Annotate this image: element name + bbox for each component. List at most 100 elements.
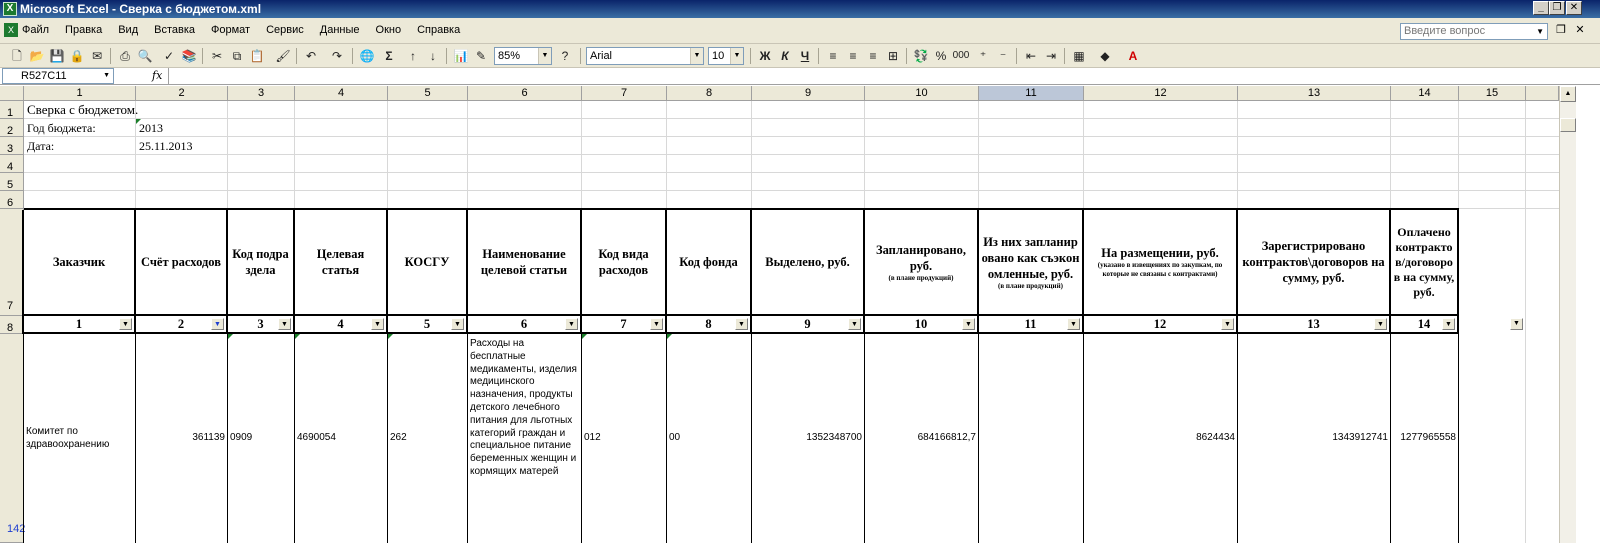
merge-center-icon[interactable]: ⊞ [884,47,902,65]
data-cell-subsection-code[interactable]: 0909 [228,334,295,543]
column-number-cell[interactable]: 3 ▼ [228,316,295,334]
column-header[interactable]: 15 [1459,86,1526,101]
sort-ascending-icon[interactable]: ↑ [404,47,422,65]
format-painter-icon[interactable]: 🖌 [274,47,292,65]
header-target-article[interactable]: Целевая статья [295,210,388,316]
autofilter-dropdown-icon[interactable]: ▼ [1067,318,1080,330]
email-icon[interactable]: ✉ [88,47,106,65]
spelling-icon[interactable]: ✓ [160,47,178,65]
borders-icon[interactable]: ▦ [1070,47,1088,65]
comma-style-button[interactable]: 000 [952,47,970,65]
font-color-icon[interactable]: A [1124,47,1142,65]
autofilter-dropdown-icon[interactable]: ▼ [371,318,384,330]
header-expense-type-code[interactable]: Код вида расходов [582,210,667,316]
menu-edit[interactable]: Правка [65,24,102,36]
header-planned[interactable]: Запланировано, руб. (в плане продукций) [865,210,979,316]
menu-file[interactable]: Файл [22,24,49,36]
drawing-icon[interactable]: ✎ [472,47,490,65]
data-cell-registered-contracts[interactable]: 1343912741 [1238,334,1391,543]
autofilter-dropdown-icon[interactable]: ▼ [1221,318,1234,330]
autosum-icon[interactable]: Σ [380,47,398,65]
data-cell-kosgu[interactable]: 262 [388,334,468,543]
date-value[interactable]: 25.11.2013 [139,139,193,154]
row-header[interactable]: 2 [0,119,24,137]
column-number-cell[interactable]: 9 ▼ [752,316,865,334]
select-all-corner[interactable] [0,86,24,101]
menu-view[interactable]: Вид [118,24,138,36]
column-number-cell[interactable]: 7 ▼ [582,316,667,334]
row-header[interactable]: 7 [0,209,24,316]
font-size-select[interactable]: 10 ▼ [708,47,744,65]
scroll-thumb[interactable] [1560,118,1576,132]
data-cell-article-name[interactable]: Расходы на бесплатные медикаменты, издел… [468,334,582,543]
row-header[interactable]: 1 [0,101,24,119]
column-number-cell[interactable]: 5 ▼ [388,316,468,334]
header-article-name[interactable]: Наименование целевой статьи [468,210,582,316]
autofilter-dropdown-icon[interactable]: ▼ [451,318,464,330]
new-document-icon[interactable]: 🗋 [8,47,26,65]
header-paid-contracts[interactable]: Оплачено контрактов/договоров на сумму, … [1391,210,1459,316]
workbook-icon[interactable]: X [4,23,18,37]
help-icon[interactable]: ? [556,47,574,65]
menu-tools[interactable]: Сервис [266,24,304,36]
increase-indent-icon[interactable]: ⇥ [1042,47,1060,65]
autofilter-active-icon[interactable]: ▼ [211,318,224,330]
insert-function-icon[interactable]: fx [152,69,162,82]
autofilter-dropdown-icon[interactable]: ▼ [848,318,861,330]
restore-button[interactable]: ❐ [1549,1,1565,15]
budget-year-label[interactable]: Год бюджета: [27,121,96,136]
column-number-cell[interactable]: 8 ▼ [667,316,752,334]
chevron-down-icon[interactable]: ▼ [730,48,743,64]
decrease-indent-icon[interactable]: ⇤ [1022,47,1040,65]
underline-button[interactable]: Ч [796,47,814,65]
open-folder-icon[interactable]: 📂 [28,47,46,65]
column-header[interactable]: 9 [752,86,865,101]
data-cell-fund-code[interactable]: 00 [667,334,752,543]
row-header[interactable]: 4 [0,155,24,173]
name-box[interactable]: R527C11 ▼ [2,68,114,84]
formula-input[interactable] [168,68,1596,84]
column-header[interactable]: 3 [228,86,295,101]
report-title-cell[interactable]: Сверка с бюджетом. [27,102,138,118]
chevron-down-icon[interactable]: ▼ [103,69,110,83]
header-registered-contracts[interactable]: Зарегистрировано контрактов\договоров на… [1238,210,1391,316]
column-header[interactable]: 2 [136,86,228,101]
print-icon[interactable]: ⎙ [116,47,134,65]
column-number-cell[interactable]: 11 ▼ [979,316,1084,334]
column-header[interactable]: 14 [1391,86,1459,101]
header-customer[interactable]: Заказчик [24,210,136,316]
sort-descending-icon[interactable]: ↓ [424,47,442,65]
bold-button[interactable]: Ж [756,47,774,65]
chevron-down-icon[interactable]: ▼ [538,48,551,64]
row-header[interactable]: 6 [0,191,24,209]
chevron-down-icon[interactable]: ▼ [690,48,703,64]
data-cell-customer[interactable]: Комитет по здравоохранению [24,334,136,543]
close-button[interactable]: ✕ [1566,1,1582,15]
data-cell-paid-contracts[interactable]: 1277965558 [1391,334,1459,543]
row-header[interactable]: 8 [0,316,24,334]
autofilter-dropdown-icon[interactable]: ▼ [1374,318,1387,330]
header-account[interactable]: Счёт расходов [136,210,228,316]
column-number-cell[interactable]: 14 ▼ [1391,316,1459,334]
header-fund-code[interactable]: Код фонда [667,210,752,316]
column-header-selected[interactable]: 11 [979,86,1084,101]
header-subsection-code[interactable]: Код подраздела [228,210,295,316]
column-header[interactable]: 1 [24,86,136,101]
row-header-filtered[interactable]: 142 [0,334,25,543]
row-header[interactable]: 3 [0,137,24,155]
column-number-cell[interactable]: 12 ▼ [1084,316,1238,334]
align-left-icon[interactable]: ≡ [824,47,842,65]
doc-restore-button[interactable]: ❐ [1553,23,1569,38]
header-allocated[interactable]: Выделено, руб. [752,210,865,316]
spreadsheet-grid[interactable]: 1 2 3 4 5 6 7 8 9 10 11 12 13 14 15 1 2 … [0,86,1600,543]
paste-icon[interactable]: 📋 [248,47,266,65]
date-label[interactable]: Дата: [27,139,54,154]
column-header[interactable]: 8 [667,86,752,101]
autofilter-dropdown-icon[interactable]: ▼ [735,318,748,330]
menu-format[interactable]: Формат [211,24,250,36]
undo-icon[interactable]: ↶ [302,47,320,65]
chevron-down-icon[interactable]: ▼ [1536,24,1544,39]
row-header[interactable]: 5 [0,173,24,191]
italic-button[interactable]: К [776,47,794,65]
decrease-decimal-icon[interactable]: ⁻ [994,47,1012,65]
